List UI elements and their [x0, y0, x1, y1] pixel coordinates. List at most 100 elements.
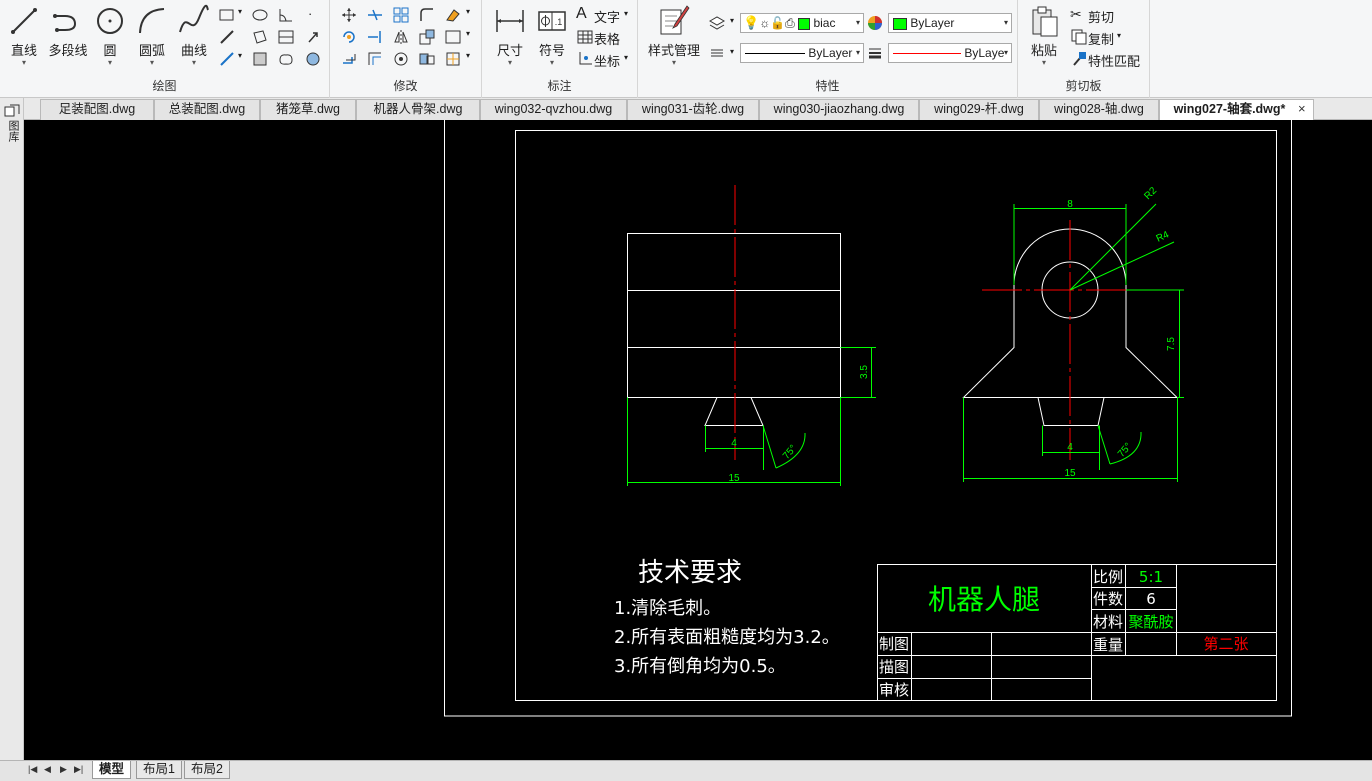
fillet-icon[interactable] — [418, 6, 436, 24]
layer-properties-icon[interactable] — [708, 14, 726, 32]
library-icon[interactable] — [4, 104, 20, 118]
radius-leader — [1069, 203, 1157, 291]
library-label[interactable]: 图库 — [5, 120, 21, 142]
prev-layout-icon[interactable]: ◀ — [44, 764, 51, 775]
coordinate-button[interactable]: 坐标 — [594, 51, 620, 70]
table-icon[interactable] — [576, 28, 594, 46]
rectangle-icon[interactable] — [218, 6, 236, 24]
match-properties-icon[interactable] — [1070, 50, 1088, 68]
circle-button[interactable]: 圆 ▾ — [90, 4, 130, 70]
dimension-angle-icon[interactable] — [277, 6, 295, 24]
hatch-icon[interactable] — [277, 28, 295, 46]
chevron-down-icon[interactable]: ▾ — [624, 9, 628, 18]
last-layout-icon[interactable]: ▶| — [74, 764, 83, 775]
annotate-panel: 尺寸 ▾ .1 符号 ▾ A 文字 ▾ 表格 坐标 ▾ 标注 — [482, 0, 638, 98]
close-icon[interactable]: × — [1298, 101, 1306, 116]
symbol-button[interactable]: .1 符号 ▾ — [532, 4, 572, 70]
revcloud-icon[interactable] — [277, 50, 295, 68]
linetype-icon[interactable] — [708, 44, 726, 62]
erase-icon[interactable] — [444, 6, 462, 24]
document-tab[interactable]: 总装配图.dwg — [154, 99, 260, 120]
table-button[interactable]: 表格 — [594, 29, 620, 48]
style-manager-button[interactable]: 样式管理 ▾ — [644, 4, 704, 70]
chevron-down-icon[interactable]: ▾ — [466, 29, 470, 38]
break-icon[interactable] — [392, 50, 410, 68]
text-button[interactable]: 文字 — [594, 7, 620, 26]
document-tab[interactable]: 猪笼草.dwg — [260, 99, 356, 120]
boundary-icon[interactable] — [251, 50, 269, 68]
color-dropdown[interactable]: ByLayer ▾ — [888, 13, 1012, 33]
extend-icon[interactable] — [366, 28, 384, 46]
offset-icon[interactable] — [366, 50, 384, 68]
wipeout-icon[interactable] — [304, 50, 322, 68]
ellipse-icon[interactable] — [251, 6, 269, 24]
copy-button[interactable]: 复制 — [1088, 29, 1114, 48]
mirror-icon[interactable] — [392, 28, 410, 46]
chevron-down-icon[interactable]: ▾ — [730, 47, 734, 56]
polyline-button[interactable]: 多段线 — [46, 4, 90, 70]
document-tab[interactable]: 足装配图.dwg — [40, 99, 154, 120]
stretch-icon[interactable] — [444, 28, 462, 46]
drawing-canvas[interactable]: 3.5 15 4 75° 8 R2 R4 7.5 4 75° 15 技术要求 1… — [24, 120, 1372, 760]
chevron-down-icon[interactable]: ▾ — [466, 51, 470, 60]
document-tab[interactable]: wing031-齿轮.dwg — [627, 99, 759, 120]
document-tab-active[interactable]: wing027-轴套.dwg* — [1159, 99, 1314, 121]
left-toolbar: 图库 — [0, 98, 24, 781]
copy-object-icon[interactable] — [340, 50, 358, 68]
modify-panel: ▾ ▾ ▾ 修改 — [330, 0, 482, 98]
scale-icon[interactable] — [418, 28, 436, 46]
next-layout-icon[interactable]: ▶ — [60, 764, 67, 775]
cut-button[interactable]: 剪切 — [1088, 7, 1114, 26]
linetype-dropdown[interactable]: ByLayer ▾ — [740, 43, 864, 63]
layer-dropdown[interactable]: 💡☼🔓⎙ biac ▾ — [740, 13, 864, 33]
document-tab[interactable]: wing028-轴.dwg — [1039, 99, 1159, 120]
coordinate-icon[interactable] — [576, 50, 594, 68]
chevron-down-icon[interactable]: ▾ — [466, 7, 470, 16]
join-icon[interactable] — [418, 50, 436, 68]
chevron-down-icon[interactable]: ▾ — [1117, 31, 1121, 40]
curve-button[interactable]: 曲线 ▾ — [174, 4, 214, 70]
dimension-button[interactable]: 尺寸 ▾ — [490, 4, 530, 70]
color-wheel-icon[interactable] — [866, 14, 884, 32]
copy-icon[interactable] — [1070, 28, 1088, 46]
lineweight-dropdown[interactable]: ByLaye ▾ — [888, 43, 1012, 63]
model-tab[interactable]: 模型 — [92, 761, 132, 779]
document-tab[interactable]: 机器人骨架.dwg — [356, 99, 480, 120]
trim-icon[interactable] — [366, 6, 384, 24]
chevron-down-icon[interactable]: ▾ — [238, 7, 242, 16]
document-tab[interactable]: wing029-杆.dwg — [919, 99, 1039, 120]
first-layout-icon[interactable]: |◀ — [28, 764, 37, 775]
chevron-down-icon[interactable]: ▾ — [624, 53, 628, 62]
layout2-tab[interactable]: 布局2 — [184, 761, 230, 779]
explode-icon[interactable] — [444, 50, 462, 68]
document-tab[interactable]: wing032-qvzhou.dwg — [480, 99, 627, 120]
linetype-sample-line — [745, 53, 805, 55]
match-properties-button[interactable]: 特性匹配 — [1088, 51, 1140, 70]
modify-panel-title: 修改 — [393, 79, 418, 93]
requirements-heading: 技术要求 — [638, 558, 742, 588]
point-icon[interactable]: · — [308, 6, 312, 21]
rotate-icon[interactable] — [340, 28, 358, 46]
arc-label: 圆弧 — [138, 43, 165, 58]
text-icon[interactable]: A — [576, 5, 587, 23]
paste-button[interactable]: 粘贴 ▾ — [1024, 4, 1064, 70]
pointer-icon[interactable] — [304, 28, 322, 46]
scissors-icon[interactable]: ✂ — [1070, 6, 1082, 23]
document-tab[interactable]: wing030-jiaozhang.dwg — [759, 99, 919, 120]
spline-icon — [179, 4, 209, 33]
checked-label: 审核 — [879, 681, 909, 699]
line-button[interactable]: 直线 ▾ — [4, 4, 44, 70]
chevron-down-icon[interactable]: ▾ — [730, 16, 734, 25]
scale-label: 比例 — [1093, 568, 1123, 586]
construction-line-icon[interactable] — [218, 28, 236, 46]
array-icon[interactable] — [392, 6, 410, 24]
dim-text: 75° — [1116, 441, 1134, 460]
chevron-down-icon[interactable]: ▾ — [238, 51, 242, 60]
lock-icon: 🔓 — [770, 16, 786, 30]
ray-icon[interactable] — [218, 50, 236, 68]
layout1-tab[interactable]: 布局1 — [136, 761, 182, 779]
move-icon[interactable] — [340, 6, 358, 24]
lineweight-icon[interactable] — [866, 44, 884, 62]
arc-button[interactable]: 圆弧 ▾ — [132, 4, 172, 70]
region-icon[interactable] — [251, 28, 269, 46]
